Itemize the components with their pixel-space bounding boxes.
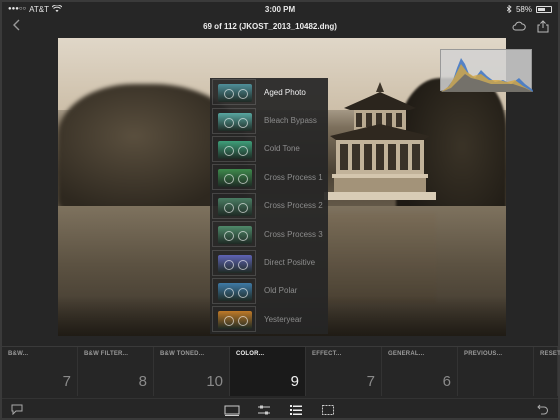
comment-icon (11, 404, 23, 415)
preset-label: Old Polar (264, 286, 298, 296)
category-tab-label: B&W FILTER... (84, 351, 129, 357)
wifi-icon (51, 5, 62, 12)
crop-icon (322, 404, 334, 415)
preset-label: Yesteryear (264, 314, 302, 324)
preset-item[interactable]: Old Polar (210, 277, 328, 305)
app-frame: ●●●○○ AT&T 3:00 PM 58% 69 of 112 (JKOST_… (0, 0, 560, 420)
bottom-toolbar (2, 398, 558, 420)
share-button[interactable] (536, 19, 550, 33)
category-tab-count: 10 (206, 373, 223, 390)
battery-icon (536, 5, 552, 13)
photo-title: 69 of 112 (JKOST_2013_10482.dng) (203, 21, 337, 31)
thumbnail-preview (218, 254, 252, 273)
preset-item[interactable]: Cross Process 2 (210, 192, 328, 220)
photo-pavilion (324, 82, 436, 200)
status-bar: ●●●○○ AT&T 3:00 PM 58% (2, 2, 558, 16)
category-tab[interactable]: PREVIOUS... (458, 347, 534, 396)
category-tab[interactable]: GENERAL... 6 (382, 347, 458, 396)
title-actions (508, 19, 558, 33)
preset-label: Bleach Bypass (264, 116, 317, 126)
preset-label: Direct Positive (264, 258, 316, 268)
category-tab-label: PREVIOUS... (464, 351, 503, 357)
preset-label: Cross Process 1 (264, 172, 323, 182)
category-tab[interactable]: B&W TONED... 10 (154, 347, 230, 396)
category-tab[interactable]: COLOR... 9 (230, 347, 306, 396)
category-tab-label: EFFECT... (312, 351, 342, 357)
adjust-button[interactable] (256, 403, 272, 417)
category-tab-count: 8 (138, 373, 147, 390)
list-button[interactable] (288, 403, 304, 417)
thumbnail-preview (218, 84, 252, 103)
signal-icon: ●●●○○ (8, 6, 27, 12)
sliders-icon (258, 405, 270, 414)
preset-label: Cross Process 3 (264, 229, 323, 239)
category-tab[interactable]: B&W... 7 (2, 347, 78, 396)
crop-button[interactable] (320, 403, 336, 417)
category-tab-label: B&W TONED... (160, 351, 205, 357)
thumbnail-preview (218, 140, 252, 159)
category-tab-count: 7 (62, 373, 71, 390)
thumbnail-preview (218, 226, 252, 245)
preset-category-bar: B&W... 7 B&W FILTER... 8 B&W TONED... 10 COLOR… (2, 346, 560, 396)
cloud-button[interactable] (512, 19, 526, 33)
preset-thumbnail (212, 107, 256, 134)
back-button[interactable] (2, 18, 32, 34)
category-tab-label: COLOR... (236, 351, 265, 357)
preset-item[interactable]: Yesteryear (210, 305, 328, 333)
chevron-left-icon (13, 19, 20, 31)
thumbnail-preview (218, 282, 252, 301)
battery-level (538, 7, 545, 11)
thumbnail-preview (218, 197, 252, 216)
preset-thumbnail (212, 306, 256, 333)
bluetooth-icon (506, 5, 512, 13)
preset-thumbnail (212, 135, 256, 162)
preset-thumbnail (212, 192, 256, 219)
share-icon (537, 19, 549, 32)
presets-button[interactable] (224, 403, 240, 417)
category-tab[interactable]: RESET (534, 347, 560, 396)
presets-icon (224, 405, 240, 416)
histogram-graph (441, 58, 533, 92)
category-tab[interactable]: B&W FILTER... 8 (78, 347, 154, 396)
list-icon (290, 404, 302, 415)
cloud-icon (512, 21, 526, 31)
category-tab-label: GENERAL... (388, 351, 425, 357)
status-time: 3:00 PM (264, 4, 296, 14)
undo-icon (537, 404, 548, 415)
preset-menu: Aged Photo Bleach Bypass Cold Tone Cross Pr… (210, 78, 328, 334)
comment-button[interactable] (9, 403, 25, 417)
preset-thumbnail (212, 249, 256, 276)
category-tab-label: RESET (540, 351, 560, 357)
title-bar: 69 of 112 (JKOST_2013_10482.dng) (2, 16, 558, 36)
category-tab-count: 9 (290, 373, 299, 390)
category-tab-count: 7 (366, 373, 375, 390)
photo-reflection (326, 213, 436, 303)
category-tab-count: 6 (442, 373, 451, 390)
carrier-label: AT&T (29, 4, 49, 14)
preset-label: Cross Process 2 (264, 201, 323, 211)
preset-item[interactable]: Direct Positive (210, 248, 328, 276)
category-tab[interactable]: EFFECT... 7 (306, 347, 382, 396)
preset-thumbnail (212, 79, 256, 106)
preset-thumbnail (212, 221, 256, 248)
preset-label: Cold Tone (264, 144, 300, 154)
preset-thumbnail (212, 277, 256, 304)
undo-button[interactable] (535, 403, 551, 417)
preset-thumbnail (212, 164, 256, 191)
histogram[interactable] (440, 49, 533, 92)
category-tab-label: B&W... (8, 351, 29, 357)
thumbnail-preview (218, 112, 252, 131)
preset-item[interactable]: Cold Tone (210, 135, 328, 163)
status-right: 58% (372, 5, 552, 14)
preset-item[interactable]: Cross Process 1 (210, 163, 328, 191)
status-left: ●●●○○ AT&T (8, 5, 188, 14)
preset-item[interactable]: Bleach Bypass (210, 106, 328, 134)
preset-label: Aged Photo (264, 87, 306, 97)
preset-item[interactable]: Aged Photo (210, 78, 328, 106)
thumbnail-preview (218, 311, 252, 330)
battery-percent: 58% (515, 4, 532, 14)
preset-item[interactable]: Cross Process 3 (210, 220, 328, 248)
thumbnail-preview (218, 169, 252, 188)
